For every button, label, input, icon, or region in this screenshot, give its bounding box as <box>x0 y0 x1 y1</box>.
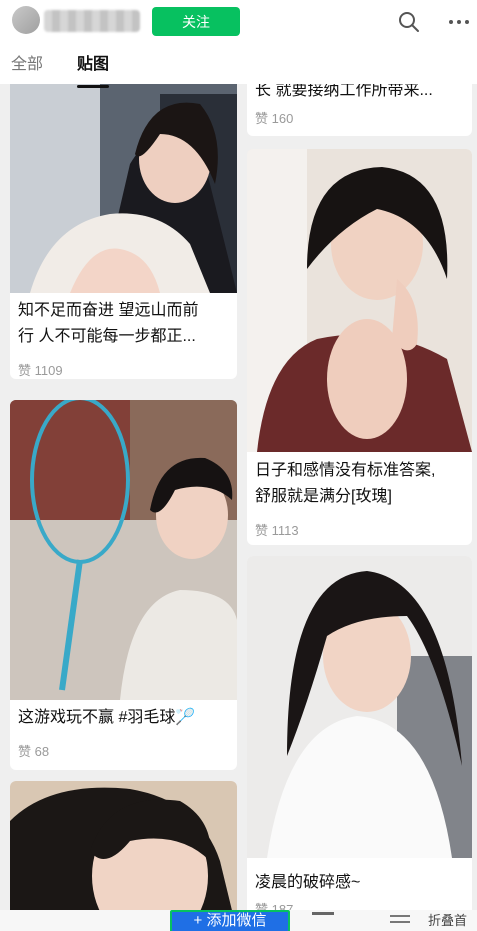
fold-home-label[interactable]: 折叠首 <box>428 910 467 929</box>
tab-pictures[interactable]: 贴图 <box>77 48 110 88</box>
like-count: 赞 68 <box>18 744 50 759</box>
post-photo <box>10 84 237 293</box>
post-photo <box>10 400 237 700</box>
add-wechat-button[interactable]: + 添加微信 <box>170 910 290 931</box>
list-icon[interactable] <box>389 910 411 929</box>
profile-header: 关注 全部 贴图 <box>0 0 477 88</box>
like-count: 赞 160 <box>255 111 294 126</box>
post-photo <box>247 556 472 858</box>
like-count: 赞 1113 <box>255 523 299 538</box>
tab-all[interactable]: 全部 <box>11 48 43 80</box>
caption-line: 行 人不可能每一步都正... <box>18 328 196 345</box>
avatar[interactable] <box>12 6 40 34</box>
post-photo <box>10 781 237 916</box>
more-icon[interactable] <box>445 8 473 36</box>
post-caption: 知不足而奋进 望远山而前 行 人不可能每一步都正... <box>18 298 229 350</box>
post-card[interactable]: 凌晨的破碎感~ 赞 187 <box>247 556 472 916</box>
post-card[interactable] <box>10 781 237 916</box>
post-feed: 知不足而奋进 望远山而前 行 人不可能每一步都正... 赞 1109 这游戏玩不… <box>0 84 477 916</box>
search-icon[interactable] <box>395 8 423 36</box>
caption-line: 日子和感情没有标准答案, <box>255 462 436 479</box>
post-caption: 这游戏玩不赢 #羽毛球🏸 <box>18 709 196 726</box>
post-card[interactable]: 这游戏玩不赢 #羽毛球🏸 赞 68 <box>10 400 237 770</box>
caption-line: 舒服就是满分[玫瑰] <box>255 488 392 505</box>
post-card[interactable]: 日子和感情没有标准答案, 舒服就是满分[玫瑰] 赞 1113 <box>247 149 472 545</box>
post-card[interactable]: 知不足而奋进 望远山而前 行 人不可能每一步都正... 赞 1109 <box>10 84 237 379</box>
post-caption: 长 就要接纳工作所带来... <box>255 84 433 99</box>
post-card[interactable]: 长 就要接纳工作所带来... 赞 160 <box>247 84 472 136</box>
post-caption: 日子和感情没有标准答案, 舒服就是满分[玫瑰] <box>255 458 464 510</box>
blurred-username <box>44 10 140 32</box>
page: 关注 全部 贴图 知不足而奋进 望远山而前 行 人不可能每一步都正... 赞 1… <box>0 0 477 931</box>
tab-bar: 全部 贴图 <box>0 48 129 88</box>
bottom-bar: + 添加微信 折叠首 <box>0 910 477 931</box>
follow-button[interactable]: 关注 <box>152 7 240 36</box>
divider <box>312 912 334 915</box>
caption-line: 知不足而奋进 望远山而前 <box>18 302 199 319</box>
post-photo <box>247 149 472 452</box>
post-caption: 凌晨的破碎感~ <box>255 874 361 891</box>
like-count: 赞 1109 <box>18 363 63 378</box>
